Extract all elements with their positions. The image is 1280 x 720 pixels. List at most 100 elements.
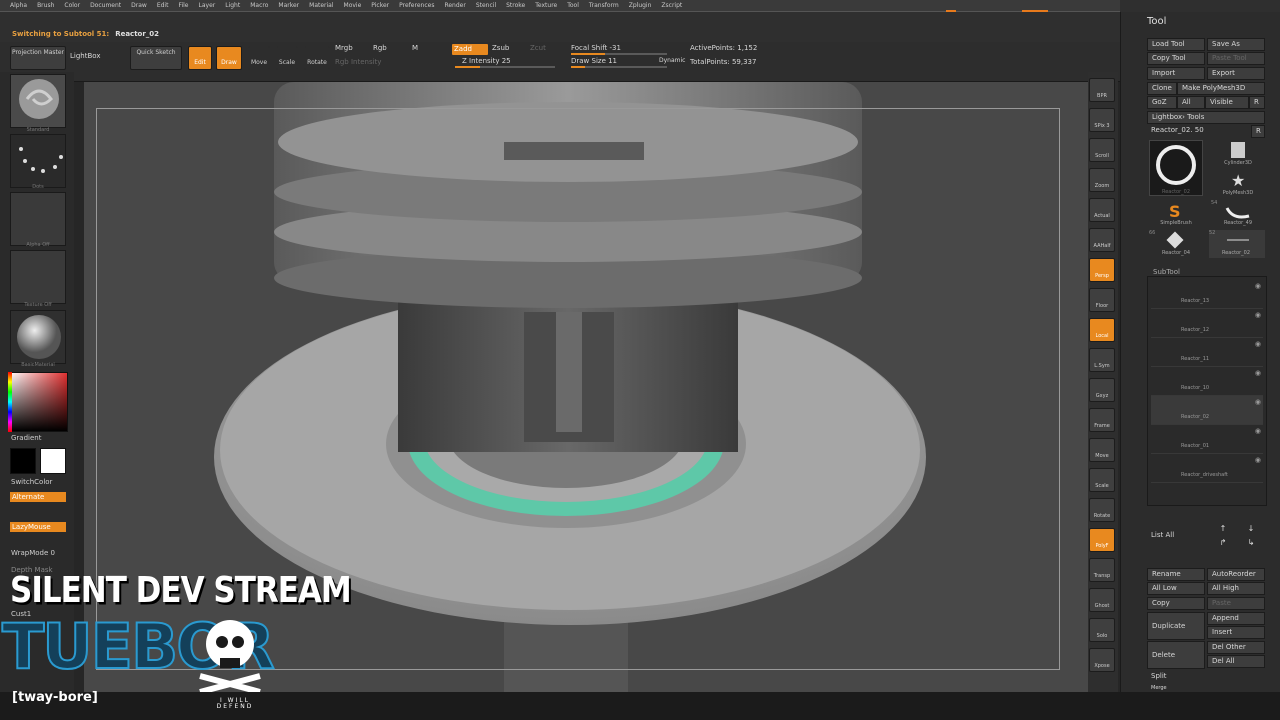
menu-item-picker[interactable]: Picker: [371, 2, 389, 9]
right-shelf-scroll-button[interactable]: Scroll: [1089, 138, 1115, 162]
rotate-button[interactable]: Rotate: [304, 46, 330, 70]
subtool-row[interactable]: Reactor_13 ◉: [1151, 280, 1263, 309]
quick-sketch-button[interactable]: Quick Sketch: [130, 46, 182, 70]
subtool-row[interactable]: Reactor_11 ◉: [1151, 338, 1263, 367]
import-button[interactable]: Import: [1147, 67, 1205, 80]
menu-item-draw[interactable]: Draw: [131, 2, 147, 9]
paste-button[interactable]: Paste: [1207, 597, 1265, 610]
tool-thumb-simplebrush[interactable]: S SimpleBrush: [1149, 200, 1203, 228]
visibility-eye-icon[interactable]: ◉: [1255, 340, 1261, 348]
z-intensity-track[interactable]: [455, 66, 555, 68]
lazy-mouse-button[interactable]: LazyMouse: [10, 522, 66, 532]
tool-thumb-reactor[interactable]: Reactor_02: [1149, 140, 1203, 196]
duplicate-button[interactable]: Duplicate: [1147, 612, 1205, 640]
tool-thumb-reactor02b[interactable]: 52 Reactor_02: [1209, 230, 1265, 258]
scale-button[interactable]: Scale: [276, 46, 298, 70]
menu-item-material[interactable]: Material: [309, 2, 333, 9]
alternate-button[interactable]: Alternate: [10, 492, 66, 502]
move-button[interactable]: Move: [248, 46, 270, 70]
export-button[interactable]: Export: [1207, 67, 1265, 80]
load-tool-button[interactable]: Load Tool: [1147, 38, 1205, 51]
clone-button[interactable]: Clone: [1147, 82, 1177, 95]
menu-item-document[interactable]: Document: [90, 2, 121, 9]
visibility-eye-icon[interactable]: ◉: [1255, 369, 1261, 377]
visibility-eye-icon[interactable]: ◉: [1255, 427, 1261, 435]
color-picker[interactable]: [8, 372, 68, 432]
m-button[interactable]: M: [412, 44, 418, 52]
visibility-eye-icon[interactable]: ◉: [1255, 398, 1261, 406]
copy-tool-button[interactable]: Copy Tool: [1147, 52, 1205, 65]
goz-button[interactable]: GoZ: [1147, 96, 1177, 109]
menu-item-stencil[interactable]: Stencil: [476, 2, 496, 9]
copy-button[interactable]: Copy: [1147, 597, 1205, 610]
dynamic-button[interactable]: Dynamic: [659, 57, 685, 64]
z-intensity-slider[interactable]: Z Intensity 25: [462, 57, 511, 65]
visible-button[interactable]: Visible: [1205, 96, 1249, 109]
auto-reorder-button[interactable]: AutoReorder: [1207, 568, 1265, 581]
primary-color-swatch[interactable]: [10, 448, 36, 474]
right-shelf-actual-button[interactable]: Actual: [1089, 198, 1115, 222]
draw-size-slider[interactable]: Draw Size 11: [571, 57, 617, 65]
zsub-button[interactable]: Zsub: [492, 44, 509, 52]
menu-item-light[interactable]: Light: [225, 2, 240, 9]
hue-strip[interactable]: [8, 372, 12, 432]
subtool-row[interactable]: Reactor_02 ◉: [1151, 396, 1263, 425]
edit-button[interactable]: Edit: [188, 46, 212, 70]
tool-thumb-reactor49[interactable]: 54 Reactor_49: [1211, 200, 1265, 228]
merge-button[interactable]: Merge: [1147, 685, 1205, 692]
right-shelf-ghost-button[interactable]: Ghost: [1089, 588, 1115, 612]
menu-item-layer[interactable]: Layer: [199, 2, 216, 9]
menu-item-stroke[interactable]: Stroke: [506, 2, 525, 9]
visibility-eye-icon[interactable]: ◉: [1255, 311, 1261, 319]
tool-thumb-cylinder[interactable]: Cylinder3D: [1211, 140, 1265, 168]
arrow-down-button[interactable]: ↓: [1237, 524, 1265, 536]
menu-item-transform[interactable]: Transform: [589, 2, 619, 9]
gradient-label[interactable]: Gradient: [11, 434, 41, 442]
menu-item-edit[interactable]: Edit: [157, 2, 169, 9]
delete-button[interactable]: Delete: [1147, 641, 1205, 669]
tool-thumb-polymesh[interactable]: ★ PolyMesh3D: [1211, 170, 1265, 198]
paste-tool-button[interactable]: Paste Tool: [1207, 52, 1265, 65]
right-shelf-frame-button[interactable]: Frame: [1089, 408, 1115, 432]
menu-item-zscript[interactable]: Zscript: [661, 2, 682, 9]
right-shelf-gxyz-button[interactable]: Gxyz: [1089, 378, 1115, 402]
menu-item-brush[interactable]: Brush: [37, 2, 54, 9]
save-as-button[interactable]: Save As: [1207, 38, 1265, 51]
current-tool-slider[interactable]: Reactor_02. 50: [1147, 125, 1251, 138]
all-low-button[interactable]: All Low: [1147, 582, 1205, 595]
menu-item-color[interactable]: Color: [64, 2, 80, 9]
append-button[interactable]: Append: [1207, 612, 1265, 625]
goz-all-button[interactable]: All: [1177, 96, 1205, 109]
alpha-selector[interactable]: [10, 192, 66, 246]
subtool-row[interactable]: Reactor_10 ◉: [1151, 367, 1263, 396]
brush-selector[interactable]: [10, 74, 66, 128]
right-shelf-l-sym-button[interactable]: L.Sym: [1089, 348, 1115, 372]
right-shelf-persp-button[interactable]: Persp: [1089, 258, 1115, 282]
secondary-color-swatch[interactable]: [40, 448, 66, 474]
r-button[interactable]: R: [1249, 96, 1265, 109]
menu-item-alpha[interactable]: Alpha: [10, 2, 27, 9]
right-shelf-bpr-button[interactable]: BPR: [1089, 78, 1115, 102]
right-shelf-polyf-button[interactable]: PolyF: [1089, 528, 1115, 552]
zadd-button[interactable]: Zadd: [452, 44, 488, 55]
subtool-header[interactable]: SubTool: [1153, 268, 1180, 276]
all-high-button[interactable]: All High: [1207, 582, 1265, 595]
move-down-arrow-button[interactable]: ↳: [1237, 538, 1265, 550]
right-shelf-scale-button[interactable]: Scale: [1089, 468, 1115, 492]
menu-item-render[interactable]: Render: [444, 2, 465, 9]
list-all-button[interactable]: List All: [1147, 530, 1207, 543]
focal-shift-track[interactable]: [571, 53, 667, 55]
right-shelf-rotate-button[interactable]: Rotate: [1089, 498, 1115, 522]
visibility-eye-icon[interactable]: ◉: [1255, 282, 1261, 290]
right-shelf-transp-button[interactable]: Transp: [1089, 558, 1115, 582]
material-selector[interactable]: [10, 310, 66, 364]
r-tool-button[interactable]: R: [1251, 125, 1265, 138]
right-shelf-zoom-button[interactable]: Zoom: [1089, 168, 1115, 192]
make-polymesh-button[interactable]: Make PolyMesh3D: [1177, 82, 1265, 95]
lightbox-button[interactable]: LightBox: [70, 52, 100, 60]
menu-item-tool[interactable]: Tool: [567, 2, 579, 9]
rgb-button[interactable]: Rgb: [373, 44, 387, 52]
menu-item-zplugin[interactable]: Zplugin: [629, 2, 652, 9]
switch-color-button[interactable]: SwitchColor: [11, 478, 52, 486]
del-other-button[interactable]: Del Other: [1207, 641, 1265, 654]
